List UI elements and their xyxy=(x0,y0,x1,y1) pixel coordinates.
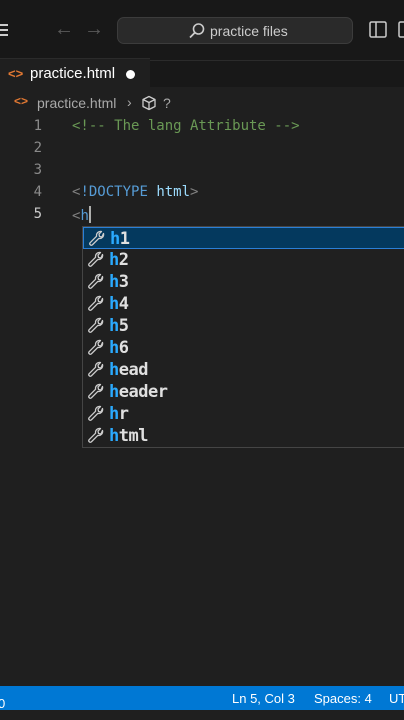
suggestion-label: hr xyxy=(109,404,129,424)
code-line-active: 5 <h xyxy=(0,203,404,225)
suggestion-item[interactable]: head xyxy=(83,359,404,381)
line-number: 4 xyxy=(33,184,42,200)
suggestion-label: h2 xyxy=(109,250,129,270)
wrench-icon xyxy=(88,427,104,443)
suggestion-item[interactable]: h3 xyxy=(83,271,404,293)
code-line: 2 xyxy=(0,137,404,159)
doctype-code: <!DOCTYPE html> xyxy=(72,184,198,200)
suggestion-item[interactable]: h2 xyxy=(83,249,404,271)
suggestion-label: h3 xyxy=(109,272,129,292)
wrench-icon xyxy=(88,251,104,267)
wrench-icon xyxy=(88,339,104,355)
suggestion-item[interactable]: h1 xyxy=(83,227,404,249)
wrench-icon xyxy=(89,230,105,246)
wrench-icon xyxy=(88,405,104,421)
wrench-icon xyxy=(88,317,104,333)
suggestion-widget[interactable]: h1 h2 h3 h4 h5 h6 head header hr html xyxy=(82,226,404,448)
search-label: practice files xyxy=(210,23,288,39)
status-encoding[interactable]: UTF xyxy=(389,691,404,706)
chevron-right-icon: › xyxy=(127,94,132,110)
suggestion-label: h4 xyxy=(109,294,129,314)
html-file-icon: <> xyxy=(14,94,29,108)
suggestion-item[interactable]: hr xyxy=(83,403,404,425)
back-arrow-icon[interactable]: ← xyxy=(54,18,74,41)
doctype-keyword: !DOCTYPE xyxy=(80,184,148,200)
status-bar: . 0 Ln 5, Col 3 Spaces: 4 UTF xyxy=(0,686,404,711)
tab-practice-html[interactable]: <> practice.html xyxy=(0,58,150,91)
title-bar: ← → practice files xyxy=(0,0,404,61)
line-number: 5 xyxy=(33,206,42,222)
typed-text: h xyxy=(80,208,89,224)
status-cursor-position[interactable]: Ln 5, Col 3 xyxy=(232,691,295,706)
wrench-icon xyxy=(88,273,104,289)
wrench-icon xyxy=(88,383,104,399)
breadcrumb-symbol[interactable]: ? xyxy=(163,95,171,111)
close-bracket: > xyxy=(190,184,199,200)
line-number: 1 xyxy=(33,118,42,134)
suggestion-item[interactable]: h5 xyxy=(83,315,404,337)
code-line: 4 <!DOCTYPE html> xyxy=(0,181,404,203)
forward-arrow-icon[interactable]: → xyxy=(84,18,104,41)
suggestion-item[interactable]: html xyxy=(83,425,404,447)
html-file-icon: <> xyxy=(8,66,24,81)
doctype-value: html xyxy=(156,184,191,200)
tab-label: practice.html xyxy=(30,65,116,82)
wrench-icon xyxy=(88,361,104,377)
suggestion-label: html xyxy=(109,426,148,446)
wrench-icon xyxy=(88,295,104,311)
status-indentation[interactable]: Spaces: 4 xyxy=(314,691,372,706)
command-center-search[interactable]: practice files xyxy=(117,17,353,44)
bottom-strip xyxy=(0,710,404,720)
breadcrumb-file[interactable]: practice.html xyxy=(37,95,116,111)
menu-icon[interactable] xyxy=(0,24,8,36)
suggestion-item[interactable]: header xyxy=(83,381,404,403)
code-line: 1 <!-- The lang Attribute --> xyxy=(0,115,404,137)
breadcrumb: <> practice.html › ? xyxy=(0,93,404,113)
text-cursor xyxy=(88,206,91,223)
suggestion-label: h6 xyxy=(109,338,129,358)
suggestion-item[interactable]: h6 xyxy=(83,337,404,359)
toggle-sidebar-icon[interactable] xyxy=(369,21,387,38)
suggestion-label: h5 xyxy=(109,316,129,336)
status-count: 0 xyxy=(0,696,6,711)
line-number: 2 xyxy=(33,140,42,156)
suggestion-item[interactable]: h4 xyxy=(83,293,404,315)
suggestion-label: header xyxy=(109,382,168,402)
suggestion-label: head xyxy=(109,360,148,380)
tab-bar: <> practice.html xyxy=(0,58,404,91)
line-number: 3 xyxy=(33,162,42,178)
symbol-cube-icon xyxy=(142,95,156,111)
typing-code: <h xyxy=(72,206,91,224)
code-line: 3 xyxy=(0,159,404,181)
suggestion-label: h1 xyxy=(110,229,130,249)
unsaved-dot-icon[interactable] xyxy=(126,70,135,79)
search-icon xyxy=(189,23,205,39)
comment-text: <!-- The lang Attribute --> xyxy=(72,118,300,134)
toggle-panel-icon[interactable] xyxy=(398,21,404,38)
